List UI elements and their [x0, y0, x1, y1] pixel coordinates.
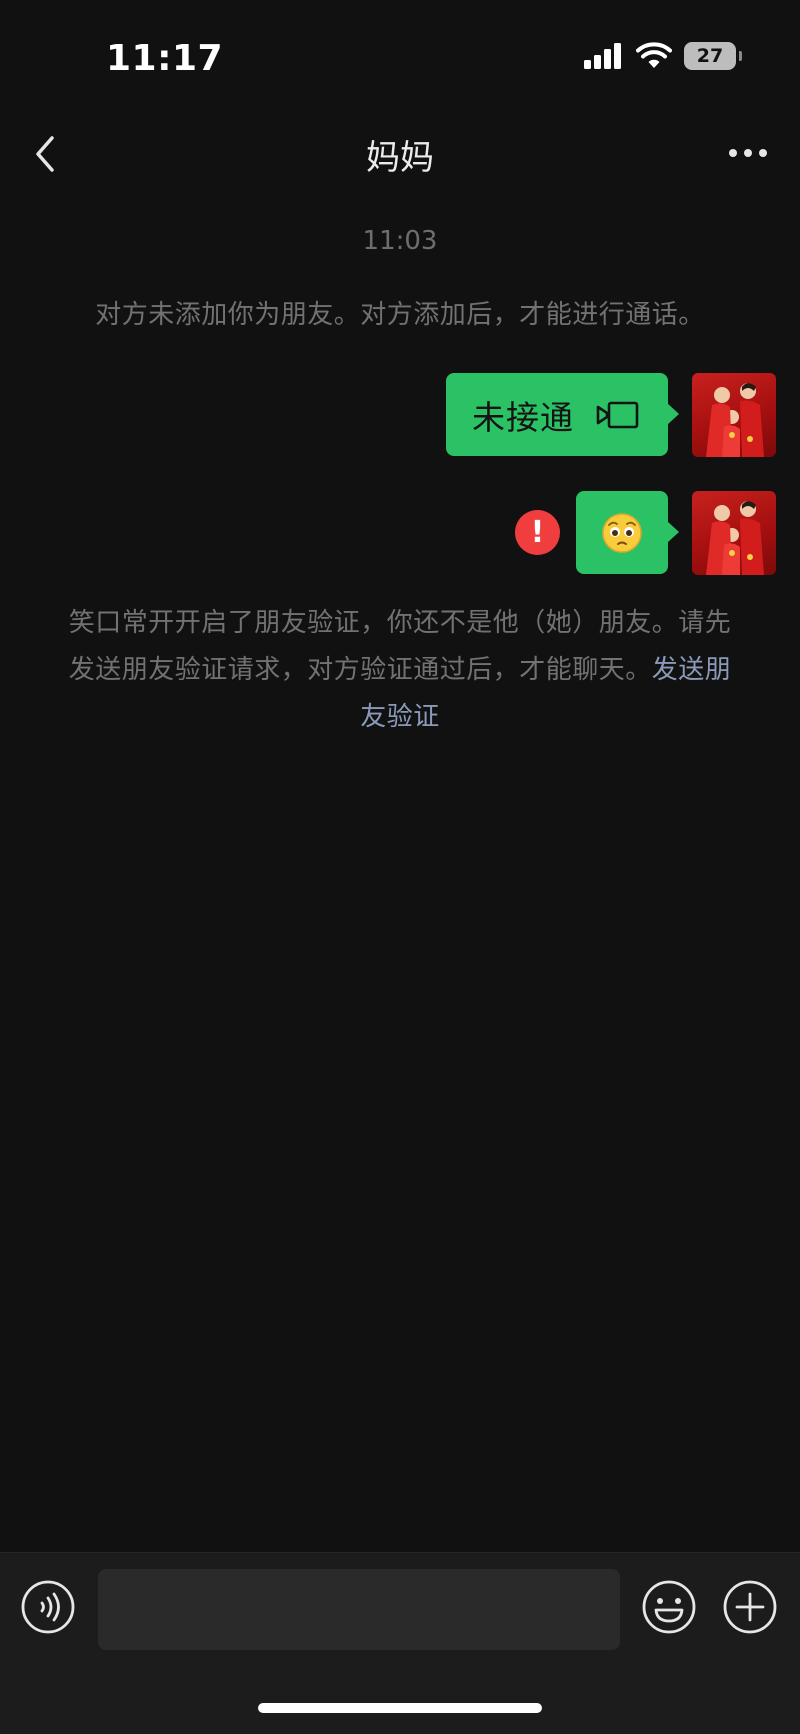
chat-screen: 11:17 27 妈妈 11:03 对方未添加你为朋友。对方添加后，才能进行通话…: [0, 0, 800, 1734]
more-button[interactable]: [726, 138, 770, 168]
emoji-icon: [642, 1580, 696, 1634]
send-failed-icon[interactable]: !: [515, 510, 560, 555]
status-icons: 27: [584, 42, 742, 70]
battery-icon: 27: [684, 42, 742, 70]
plus-icon: [723, 1580, 777, 1634]
more-actions-button[interactable]: [722, 1579, 778, 1639]
video-call-icon: [596, 401, 639, 429]
emoji-button[interactable]: [641, 1579, 697, 1639]
friend-verification-notice: 笑口常开开启了朋友验证，你还不是他（她）朋友。请先发送朋友验证请求，对方验证通过…: [62, 600, 738, 741]
my-avatar[interactable]: [692, 373, 776, 457]
status-time: 11:17: [106, 38, 224, 79]
message-input[interactable]: [98, 1569, 620, 1650]
call-status-text: 未接通: [472, 397, 574, 437]
battery-level: 27: [696, 45, 724, 67]
voice-input-button[interactable]: [20, 1579, 76, 1639]
signal-icon: [584, 43, 621, 69]
message-timestamp: 11:03: [362, 226, 438, 256]
emoji-message-bubble[interactable]: [576, 491, 679, 574]
pleading-face-emoji-icon: [602, 512, 642, 553]
call-system-notice: 对方未添加你为朋友。对方添加后，才能进行通话。: [95, 300, 705, 330]
voice-icon: [21, 1580, 75, 1634]
home-indicator[interactable]: [258, 1703, 542, 1713]
verification-notice-text: 笑口常开开启了朋友验证，你还不是他（她）朋友。请先发送朋友验证请求，对方验证通过…: [68, 608, 732, 685]
avatar-photo: [706, 501, 764, 575]
chat-title: 妈妈: [366, 138, 434, 178]
avatar-photo: [706, 383, 764, 457]
my-avatar[interactable]: [692, 491, 776, 575]
more-dots-icon: [729, 149, 767, 157]
wifi-icon: [636, 42, 672, 68]
missed-video-call-bubble[interactable]: 未接通: [446, 373, 679, 456]
